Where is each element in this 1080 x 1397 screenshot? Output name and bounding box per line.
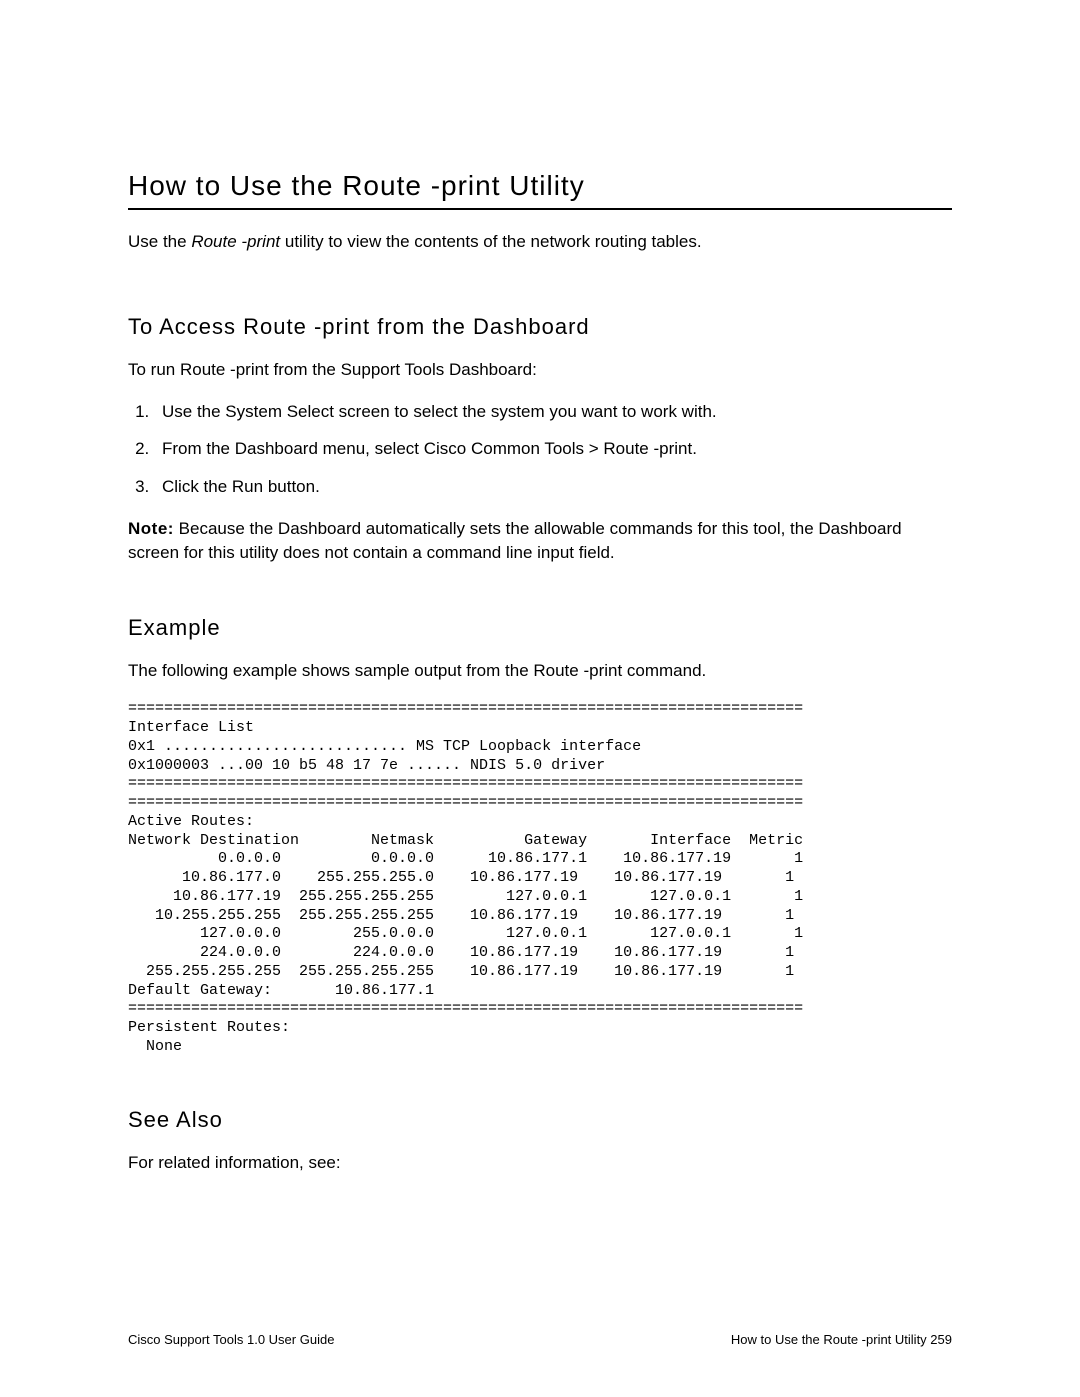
footer-right: How to Use the Route -print Utility 259	[731, 1332, 952, 1347]
footer-left: Cisco Support Tools 1.0 User Guide	[128, 1332, 334, 1347]
note-label: Note:	[128, 519, 174, 538]
step-item: From the Dashboard menu, select Cisco Co…	[154, 437, 952, 461]
page: How to Use the Route -print Utility Use …	[0, 0, 1080, 1397]
section-heading-seealso: See Also	[128, 1107, 952, 1133]
step-item: Use the System Select screen to select t…	[154, 400, 952, 424]
section-lead-example: The following example shows sample outpu…	[128, 659, 952, 683]
section-heading-example: Example	[128, 615, 952, 641]
page-title: How to Use the Route -print Utility	[128, 170, 952, 210]
intro-paragraph: Use the Route -print utility to view the…	[128, 230, 952, 254]
steps-list: Use the System Select screen to select t…	[128, 400, 952, 499]
note-paragraph: Note: Because the Dashboard automaticall…	[128, 517, 952, 565]
section-lead-access: To run Route -print from the Support Too…	[128, 358, 952, 382]
step-item: Click the Run button.	[154, 475, 952, 499]
intro-text-pre: Use the	[128, 232, 191, 251]
intro-text-post: utility to view the contents of the netw…	[280, 232, 701, 251]
note-text: Because the Dashboard automatically sets…	[128, 519, 902, 562]
page-footer: Cisco Support Tools 1.0 User Guide How t…	[128, 1332, 952, 1347]
section-lead-seealso: For related information, see:	[128, 1151, 952, 1175]
intro-text-em: Route -print	[191, 232, 280, 251]
section-heading-access: To Access Route -print from the Dashboar…	[128, 314, 952, 340]
example-code-block: ========================================…	[128, 700, 952, 1056]
